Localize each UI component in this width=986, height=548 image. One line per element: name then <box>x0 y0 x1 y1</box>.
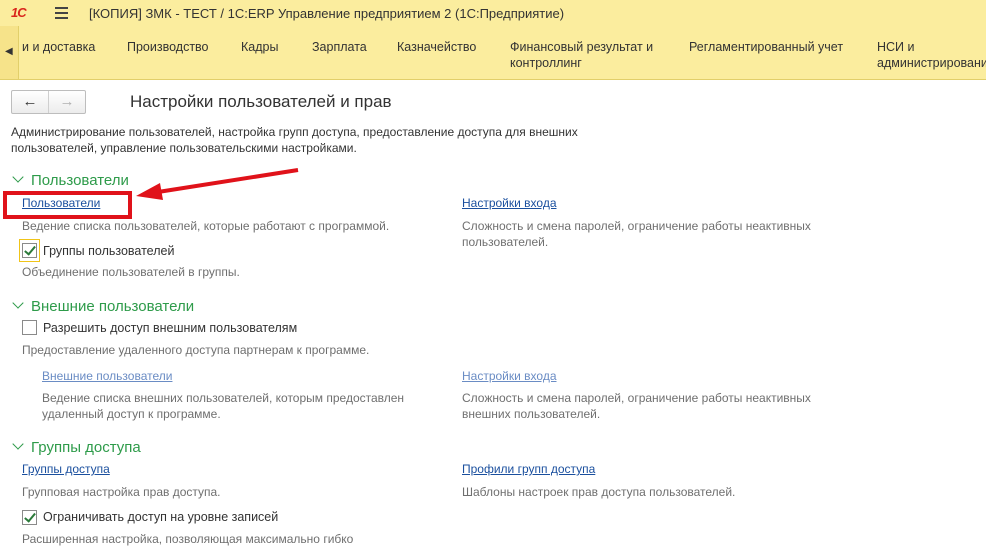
annotation-arrow-icon <box>136 168 299 200</box>
